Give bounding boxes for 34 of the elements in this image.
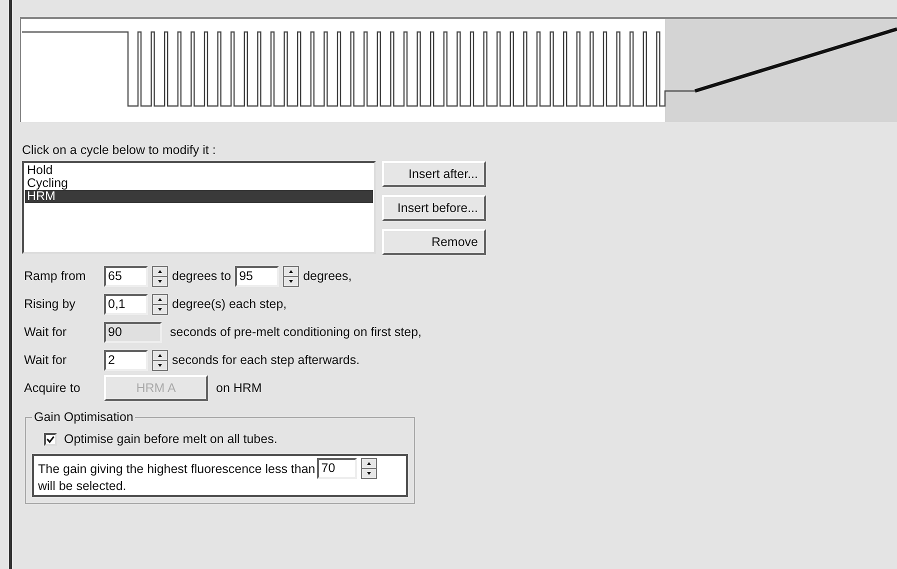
- number-field[interactable]: 70: [317, 458, 358, 479]
- setting-label: Wait for: [24, 353, 68, 367]
- setting-label: Ramp from: [24, 269, 87, 283]
- list-item[interactable]: Hold: [25, 164, 373, 177]
- setting-text: seconds of pre-melt conditioning on first step,: [170, 325, 422, 339]
- number-field[interactable]: 0,1: [104, 294, 148, 314]
- setting-text: degrees,: [303, 269, 352, 283]
- list-item[interactable]: HRM: [25, 190, 373, 203]
- spin-arrows-icon[interactable]: [152, 266, 168, 286]
- list-caption: Click on a cycle below to modify it :: [22, 143, 217, 157]
- threshold-text: will be selected.: [38, 479, 126, 493]
- number-field[interactable]: 95: [235, 266, 280, 286]
- spin-arrows-icon[interactable]: [361, 458, 378, 479]
- setting-text: seconds for each step afterwards.: [172, 353, 360, 367]
- spin-arrows-icon[interactable]: [152, 294, 168, 314]
- checkbox-label: Optimise gain before melt on all tubes.: [64, 432, 278, 446]
- setting-text: degree(s) each step,: [172, 297, 287, 311]
- threshold-text: The gain giving the highest fluorescence less than: [38, 462, 316, 476]
- action-button[interactable]: Insert after...: [382, 161, 486, 187]
- spin-arrows-icon[interactable]: [283, 266, 300, 286]
- setting-text: degrees to: [172, 269, 232, 283]
- setting-text: on HRM: [216, 381, 262, 395]
- setting-label: Wait for: [24, 325, 68, 339]
- checkbox[interactable]: [44, 432, 57, 446]
- setting-label: Rising by: [24, 297, 76, 311]
- list-item[interactable]: Cycling: [25, 177, 373, 190]
- number-field[interactable]: 65: [104, 266, 148, 286]
- setting-label: Acquire to: [24, 381, 82, 395]
- action-button[interactable]: Remove: [382, 229, 486, 255]
- action-button[interactable]: Insert before...: [382, 195, 486, 221]
- group-title: Gain Optimisation: [32, 410, 136, 424]
- number-field[interactable]: 2: [104, 350, 148, 370]
- spin-arrows-icon[interactable]: [152, 350, 168, 370]
- cycle-list[interactable]: Hold Cycling HRM: [22, 161, 376, 254]
